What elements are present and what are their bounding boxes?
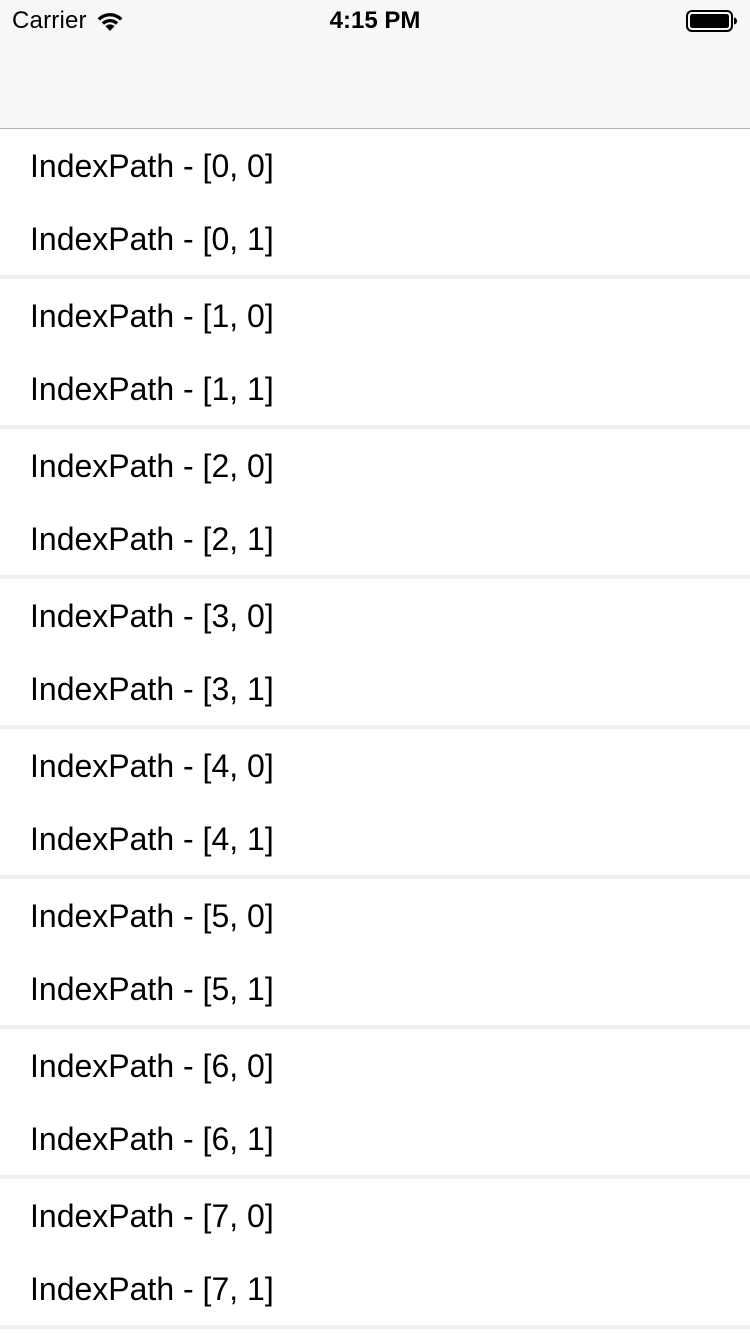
- table-row[interactable]: IndexPath - [6, 0]: [0, 1029, 750, 1102]
- table-section-4: IndexPath - [4, 0] IndexPath - [4, 1]: [0, 729, 750, 879]
- table-row[interactable]: IndexPath - [0, 1]: [0, 202, 750, 275]
- navigation-bar: [0, 40, 750, 129]
- status-bar: Carrier 4:15 PM: [0, 0, 750, 40]
- table-view[interactable]: IndexPath - [0, 0] IndexPath - [0, 1] In…: [0, 129, 750, 1334]
- table-row[interactable]: IndexPath - [4, 1]: [0, 802, 750, 875]
- table-section-2: IndexPath - [2, 0] IndexPath - [2, 1]: [0, 429, 750, 579]
- table-row[interactable]: IndexPath - [4, 0]: [0, 729, 750, 802]
- table-section-0: IndexPath - [0, 0] IndexPath - [0, 1]: [0, 129, 750, 279]
- battery-icon: [686, 10, 737, 32]
- table-row[interactable]: IndexPath - [7, 1]: [0, 1252, 750, 1325]
- table-section-5: IndexPath - [5, 0] IndexPath - [5, 1]: [0, 879, 750, 1029]
- table-section-7: IndexPath - [7, 0] IndexPath - [7, 1]: [0, 1179, 750, 1329]
- table-section-6: IndexPath - [6, 0] IndexPath - [6, 1]: [0, 1029, 750, 1179]
- table-row[interactable]: IndexPath - [0, 0]: [0, 129, 750, 202]
- table-row[interactable]: IndexPath - [1, 0]: [0, 279, 750, 352]
- table-row[interactable]: IndexPath - [2, 0]: [0, 429, 750, 502]
- table-section-3: IndexPath - [3, 0] IndexPath - [3, 1]: [0, 579, 750, 729]
- table-section-1: IndexPath - [1, 0] IndexPath - [1, 1]: [0, 279, 750, 429]
- table-row[interactable]: IndexPath - [3, 0]: [0, 579, 750, 652]
- table-row[interactable]: IndexPath - [6, 1]: [0, 1102, 750, 1175]
- table-row[interactable]: IndexPath - [7, 0]: [0, 1179, 750, 1252]
- status-time: 4:15 PM: [329, 7, 421, 34]
- table-row[interactable]: IndexPath - [5, 1]: [0, 952, 750, 1025]
- table-row[interactable]: IndexPath - [2, 1]: [0, 502, 750, 575]
- table-row[interactable]: IndexPath - [1, 1]: [0, 352, 750, 425]
- table-row[interactable]: IndexPath - [5, 0]: [0, 879, 750, 952]
- table-row[interactable]: IndexPath - [3, 1]: [0, 652, 750, 725]
